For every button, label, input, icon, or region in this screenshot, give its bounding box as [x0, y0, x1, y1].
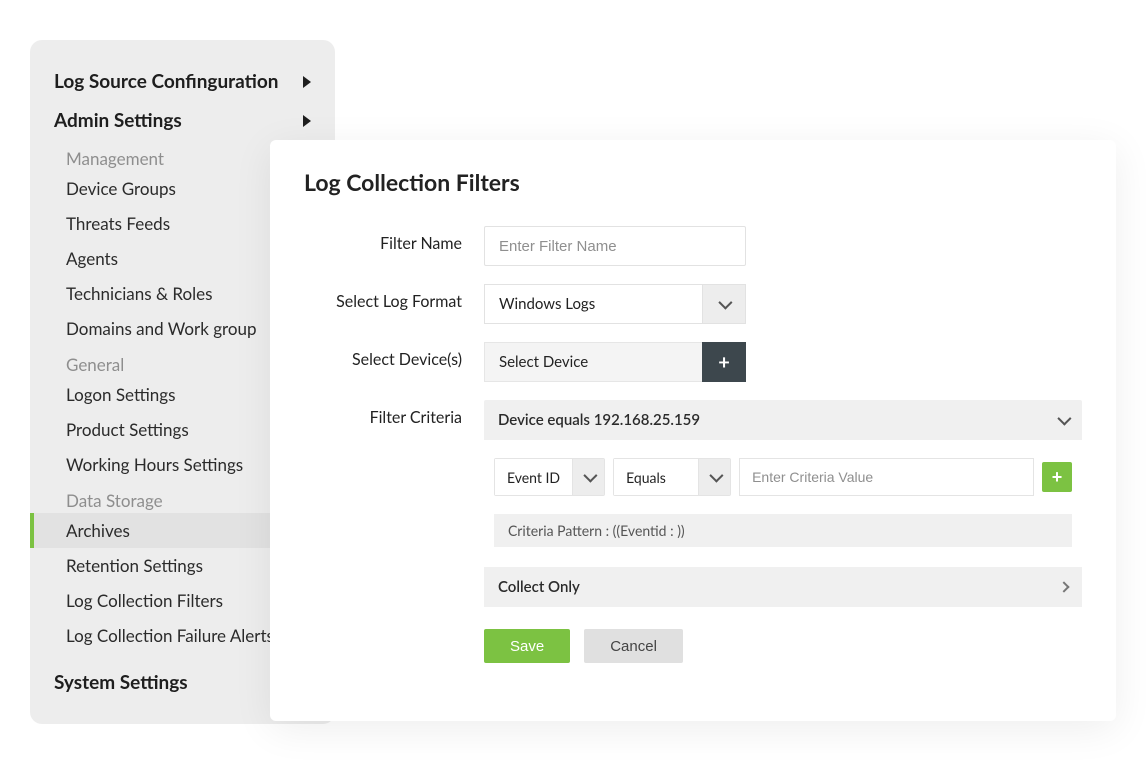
filter-form: Filter Name Select Log Format Windows Lo… [304, 226, 1082, 663]
log-format-dropdown-button[interactable] [702, 284, 746, 324]
sidebar-section-label: Admin Settings [54, 109, 182, 132]
save-button[interactable]: Save [484, 629, 570, 663]
chevron-right-icon [1058, 581, 1069, 592]
caret-right-icon [303, 76, 311, 88]
sidebar-item-label: Log Collection Failure Alerts [66, 625, 274, 646]
sidebar-item-label: Product Settings [66, 419, 189, 440]
plus-icon: + [1052, 467, 1063, 488]
criteria-device-header[interactable]: Device equals 192.168.25.159 [484, 400, 1082, 440]
collect-only-row[interactable]: Collect Only [484, 567, 1082, 607]
select-device-value[interactable]: Select Device [484, 342, 702, 382]
sidebar-item-label: Technicians & Roles [66, 283, 213, 304]
sidebar-item-label: Agents [66, 248, 118, 269]
criteria-operator-select[interactable]: Equals [613, 458, 731, 496]
sidebar-section-log-source[interactable]: Log Source Confinguration [30, 62, 335, 101]
criteria-pattern-display: Criteria Pattern : ((Eventid : )) [494, 514, 1072, 547]
main-panel: Log Collection Filters Filter Name Selec… [270, 140, 1116, 721]
sidebar-section-admin-settings[interactable]: Admin Settings [30, 101, 335, 140]
chevron-down-icon [709, 469, 723, 483]
chevron-down-icon [718, 296, 732, 310]
sidebar-section-label: System Settings [54, 671, 188, 694]
criteria-header-text: Device equals 192.168.25.159 [498, 411, 700, 429]
sidebar-item-label: Log Collection Filters [66, 590, 223, 611]
criteria-field-value: Event ID [495, 459, 572, 495]
caret-right-icon [303, 115, 311, 127]
sidebar-item-label: Device Groups [66, 178, 176, 199]
page-title: Log Collection Filters [304, 168, 1082, 196]
filter-criteria-block: Device equals 192.168.25.159 Event ID [484, 400, 1082, 553]
plus-icon: + [718, 352, 730, 372]
add-device-button[interactable]: + [702, 342, 746, 382]
filter-name-label: Filter Name [304, 226, 484, 253]
add-criteria-button[interactable]: + [1042, 462, 1072, 492]
log-format-select[interactable]: Windows Logs [484, 284, 746, 324]
criteria-operator-dropdown[interactable] [698, 459, 730, 495]
log-format-value: Windows Logs [484, 284, 702, 324]
filter-name-input[interactable] [484, 226, 746, 266]
chevron-down-icon [583, 469, 597, 483]
sidebar-item-label: Threats Feeds [66, 213, 170, 234]
log-format-label: Select Log Format [304, 284, 484, 311]
sidebar-item-label: Retention Settings [66, 555, 203, 576]
criteria-field-select[interactable]: Event ID [494, 458, 605, 496]
sidebar-item-label: Logon Settings [66, 384, 175, 405]
chevron-down-icon [1057, 412, 1071, 426]
criteria-field-dropdown[interactable] [572, 459, 604, 495]
select-device-label: Select Device(s) [304, 342, 484, 369]
sidebar-item-label: Working Hours Settings [66, 454, 243, 475]
criteria-operator-value: Equals [614, 459, 698, 495]
filter-criteria-label: Filter Criteria [304, 400, 484, 427]
collect-only-label: Collect Only [498, 578, 580, 596]
cancel-button[interactable]: Cancel [584, 629, 683, 663]
sidebar-item-label: Archives [66, 520, 130, 541]
sidebar-section-label: Log Source Confinguration [54, 70, 279, 93]
sidebar-item-label: Domains and Work group [66, 318, 257, 339]
criteria-value-input[interactable] [739, 458, 1034, 496]
